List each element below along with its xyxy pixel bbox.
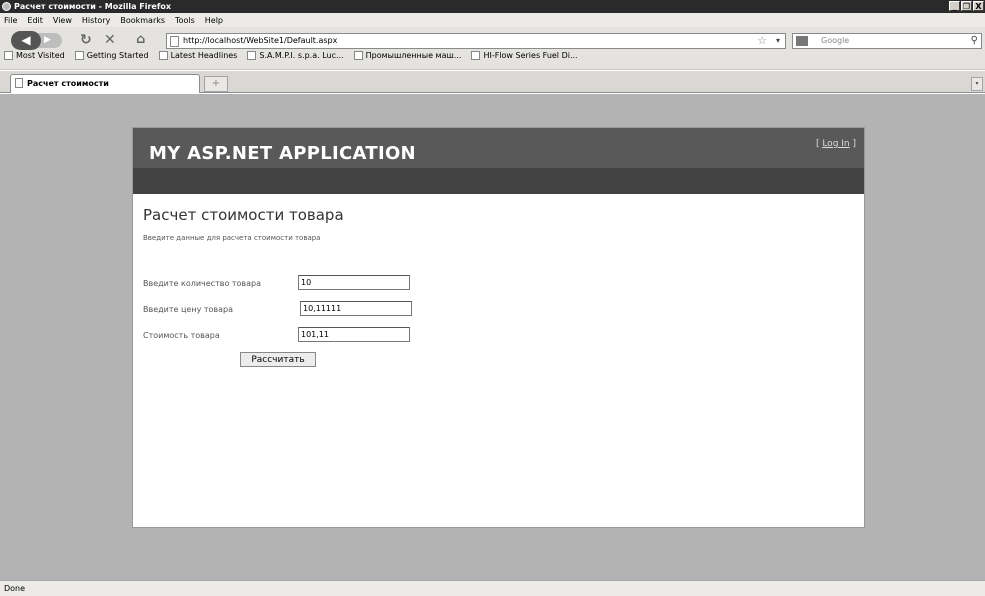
quantity-label: Введите количество товара [143, 279, 262, 288]
bookmark-icon [247, 50, 257, 60]
menu-file[interactable]: File [4, 16, 17, 25]
search-icon[interactable]: ⚲ [971, 34, 978, 48]
quantity-input[interactable] [298, 275, 410, 290]
bookmark-label: Промышленные маш... [365, 50, 462, 60]
web-page: MY ASP.NET APPLICATION [ Log In ] Расчет… [132, 127, 865, 528]
status-bar: Done [0, 580, 985, 596]
bookmark-promyshlennye[interactable]: Промышленные маш... [353, 50, 462, 60]
tab-list-icon[interactable]: ▾ [971, 77, 983, 91]
menu-bookmarks[interactable]: Bookmarks [120, 16, 165, 25]
minimize-button[interactable]: _ [949, 1, 960, 11]
window-controls: _ ❐ X [949, 1, 984, 11]
site-nav-strip [133, 168, 864, 194]
tab-label: Расчет стоимости [27, 79, 109, 88]
status-text: Done [4, 584, 26, 593]
tab-raschet[interactable]: Расчет стоимости [10, 74, 200, 93]
address-bar[interactable]: http://localhost/WebSite1/Default.aspx ☆… [166, 33, 786, 49]
search-engine-icon[interactable] [796, 36, 808, 46]
login-link[interactable]: Log In [822, 139, 849, 149]
total-input[interactable] [298, 327, 410, 342]
search-input[interactable]: Google ⚲ [792, 33, 982, 49]
window-titlebar: Расчет стоимости - Mozilla Firefox _ ❐ X [0, 0, 985, 13]
intro-text: Введите данные для расчета стоимости тов… [143, 234, 321, 242]
chevron-down-icon[interactable]: ▾ [776, 34, 780, 48]
quantity-row: Введите количество товара [143, 274, 854, 300]
bookmark-most-visited[interactable]: Most Visited [4, 50, 65, 60]
bookmark-star-icon[interactable]: ☆ [757, 34, 767, 48]
total-row: Стоимость товара [143, 326, 854, 352]
browser-viewport: MY ASP.NET APPLICATION [ Log In ] Расчет… [0, 94, 985, 580]
bookmark-getting-started[interactable]: Getting Started [74, 50, 149, 60]
calculate-button[interactable]: Рассчитать [240, 352, 316, 367]
stop-icon[interactable]: ✕ [104, 32, 116, 48]
bookmarks-toolbar: Most Visited Getting Started Latest Head… [0, 48, 985, 62]
menu-edit[interactable]: Edit [27, 16, 43, 25]
bookmark-label: Getting Started [86, 50, 149, 60]
bookmark-icon [353, 50, 363, 60]
bookmark-label: S.A.M.P.I. s.p.a. Luc... [259, 50, 344, 60]
login-display: [ Log In ] [816, 139, 856, 149]
reload-icon[interactable]: ↻ [80, 32, 92, 48]
menu-tools[interactable]: Tools [175, 16, 195, 25]
login-bracket-close: ] [849, 139, 856, 149]
main-content: Расчет стоимости товара Введите данные д… [133, 194, 864, 390]
menu-bar: File Edit View History Bookmarks Tools H… [0, 13, 985, 27]
bookmark-label: Most Visited [16, 50, 65, 60]
bookmark-sampi[interactable]: S.A.M.P.I. s.p.a. Luc... [247, 50, 344, 60]
price-row: Введите цену товара [143, 300, 854, 326]
new-tab-button[interactable]: + [204, 76, 228, 92]
window-title: Расчет стоимости - Mozilla Firefox [14, 2, 171, 11]
button-row: Рассчитать [143, 352, 854, 378]
price-input[interactable] [300, 301, 412, 316]
menu-help[interactable]: Help [205, 16, 223, 25]
page-icon [170, 36, 179, 47]
home-icon[interactable]: ⌂ [136, 32, 145, 47]
tab-bar: Расчет стоимости + ▾ [0, 71, 985, 93]
page-title: Расчет стоимости товара [143, 206, 344, 224]
search-placeholder: Google [821, 36, 850, 45]
rss-icon [158, 50, 168, 60]
bookmark-icon [471, 50, 481, 60]
bookmark-label: Latest Headlines [170, 50, 238, 60]
bookmark-icon [74, 50, 84, 60]
close-button[interactable]: X [973, 1, 984, 11]
total-label: Стоимость товара [143, 331, 220, 340]
bookmark-icon [4, 50, 13, 60]
maximize-button[interactable]: ❐ [961, 1, 972, 11]
bookmark-hi-flow[interactable]: HI-Flow Series Fuel Di... [471, 50, 578, 60]
bookmark-label: HI-Flow Series Fuel Di... [483, 50, 578, 60]
firefox-icon [2, 2, 11, 11]
menu-history[interactable]: History [82, 16, 110, 25]
price-label: Введите цену товара [143, 305, 234, 314]
url-text: http://localhost/WebSite1/Default.aspx [183, 36, 338, 45]
menu-view[interactable]: View [53, 16, 72, 25]
site-header: MY ASP.NET APPLICATION [ Log In ] [133, 128, 864, 194]
page-icon [15, 78, 23, 88]
site-brand: MY ASP.NET APPLICATION [149, 143, 416, 164]
bookmark-latest-headlines[interactable]: Latest Headlines [158, 50, 238, 60]
